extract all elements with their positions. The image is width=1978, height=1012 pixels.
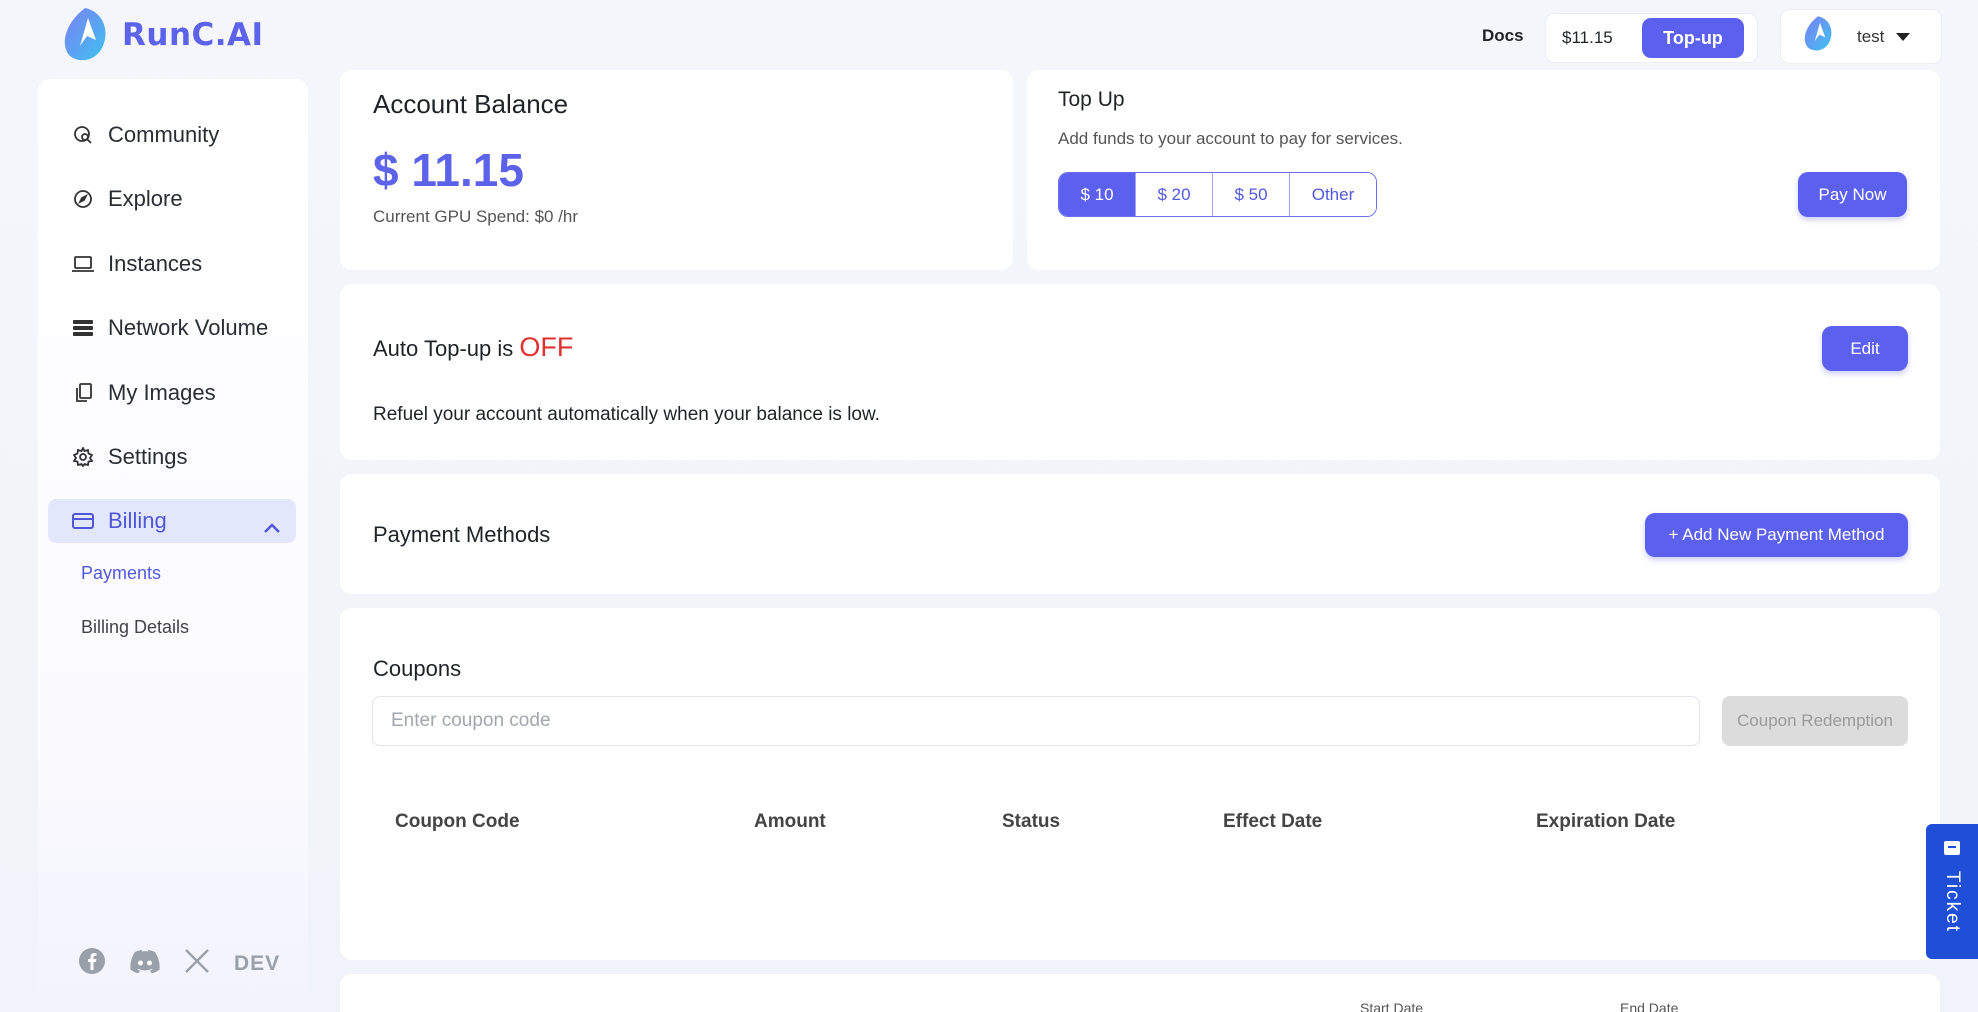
sidebar-item-label: My Images [108,380,216,405]
chevron-down-icon [1896,32,1911,41]
user-name: test [1857,26,1885,46]
coupons-card: Coupons Enter coupon code Coupon Redempt… [340,608,1940,960]
sidebar-item-community[interactable]: Community [72,122,219,148]
table-header-effect-date: Effect Date [1223,811,1323,832]
avatar [1801,15,1835,58]
community-icon [72,124,94,146]
auto-topup-description: Refuel your account automatically when y… [373,404,880,425]
x-icon[interactable] [184,948,210,979]
sidebar: Community Explore Instances Network Volu… [38,79,308,999]
table-header-amount: Amount [754,811,826,832]
sidebar-item-billing[interactable]: Billing [48,499,296,543]
runc-logo-icon [60,6,110,64]
sidebar-item-instances[interactable]: Instances [72,251,202,277]
sidebar-subitem-billing-details[interactable]: Billing Details [81,617,189,638]
header-balance-amount: $11.15 [1562,28,1613,47]
brand-name: RunC.AI [122,17,264,53]
sidebar-item-label: Network Volume [108,315,269,340]
auto-topup-title: Auto Top-up is OFF [373,332,573,363]
gpu-spend: Current GPU Spend: $0 /hr [373,207,579,226]
coupon-redemption-button[interactable]: Coupon Redemption [1722,696,1908,746]
auto-topup-status: OFF [519,332,574,362]
discord-icon[interactable] [130,949,160,978]
sidebar-item-label: Billing [108,508,167,533]
sidebar-item-explore[interactable]: Explore [72,186,183,212]
auto-topup-card: Auto Top-up is OFF Refuel your account a… [340,284,1940,460]
top-up-title: Top Up [1058,88,1125,111]
account-balance-amount: $ 11.15 [373,144,524,196]
sidebar-item-label: Explore [108,186,183,211]
payment-methods-title: Payment Methods [373,522,551,547]
compass-icon [72,188,94,210]
social-links: DEV [78,947,280,980]
account-balance-title: Account Balance [373,89,569,119]
header-topup-button[interactable]: Top-up [1642,18,1744,58]
coupon-code-input[interactable]: Enter coupon code [372,696,1700,746]
payment-methods-card: Payment Methods + Add New Payment Method [340,474,1940,594]
credit-card-icon [72,510,94,532]
gear-icon [72,446,94,468]
dev-icon[interactable]: DEV [234,952,280,976]
top-up-option-other[interactable]: Other [1290,173,1376,216]
images-icon [72,382,94,404]
docs-link[interactable]: Docs [1482,26,1524,46]
top-up-description: Add funds to your account to pay for ser… [1058,129,1403,148]
auto-topup-edit-button[interactable]: Edit [1822,326,1908,371]
table-header-status: Status [1002,811,1061,832]
sidebar-item-label: Instances [108,251,203,276]
chat-icon [1943,840,1961,863]
storage-icon [72,317,94,339]
sidebar-item-label: Community [108,122,220,147]
sidebar-subitem-payments[interactable]: Payments [81,563,161,584]
coupons-title: Coupons [373,656,462,681]
table-header-expiration-date: Expiration Date [1536,811,1676,832]
ticket-button[interactable]: Ticket [1926,824,1978,959]
sidebar-item-settings[interactable]: Settings [72,444,188,470]
account-balance-card: Account Balance $ 11.15 Current GPU Spen… [340,70,1013,270]
chevron-up-icon[interactable] [264,513,280,539]
sidebar-item-my-images[interactable]: My Images [72,380,216,406]
top-up-card: Top Up Add funds to your account to pay … [1027,70,1940,270]
top-up-option-10[interactable]: $ 10 [1059,173,1136,216]
top-up-option-50[interactable]: $ 50 [1213,173,1290,216]
next-table-card: Start Date End Date [340,974,1940,1012]
add-payment-method-button[interactable]: + Add New Payment Method [1645,513,1908,557]
facebook-icon[interactable] [78,947,106,980]
top-up-amount-selector: $ 10 $ 20 $ 50 Other [1058,172,1377,217]
sidebar-item-label: Settings [108,444,188,469]
top-up-option-20[interactable]: $ 20 [1136,173,1213,216]
auto-topup-title-prefix: Auto Top-up is [373,336,514,361]
table-header-start-date: Start Date [1360,1000,1424,1012]
header-balance: $11.15 Top-up [1545,13,1758,63]
brand-logo[interactable]: RunC.AI [60,6,264,64]
pay-now-button[interactable]: Pay Now [1798,172,1907,217]
laptop-icon [72,253,94,275]
ticket-label: Ticket [1942,871,1963,933]
table-header-end-date: End Date [1620,1000,1679,1012]
sidebar-item-network-volume[interactable]: Network Volume [72,315,268,341]
table-header-coupon-code: Coupon Code [395,811,520,832]
user-menu[interactable]: test [1780,9,1942,64]
